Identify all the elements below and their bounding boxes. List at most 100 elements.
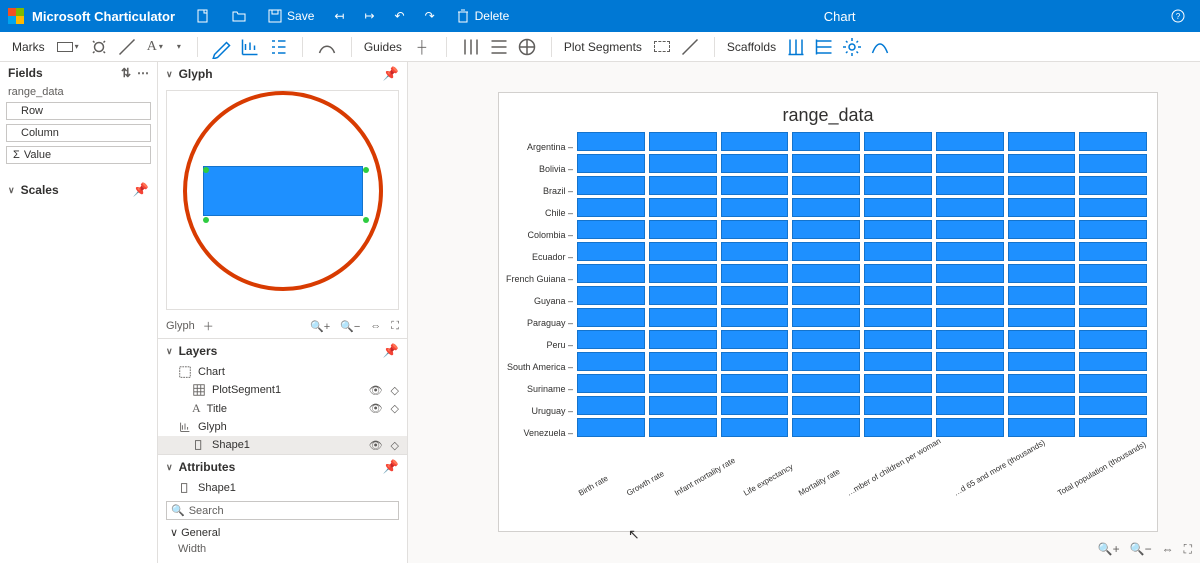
glyph-canvas[interactable] — [166, 90, 399, 310]
cell[interactable] — [1079, 352, 1147, 371]
cell[interactable] — [936, 176, 1004, 195]
cell[interactable] — [864, 176, 932, 195]
cell[interactable] — [721, 132, 789, 151]
cell[interactable] — [792, 286, 860, 305]
save-button[interactable]: Save — [261, 4, 320, 28]
cell[interactable] — [577, 374, 645, 393]
cell[interactable] — [864, 374, 932, 393]
plot-segment-region[interactable] — [650, 35, 674, 59]
cell[interactable] — [577, 154, 645, 173]
cell[interactable] — [1008, 264, 1076, 283]
cell[interactable] — [1008, 132, 1076, 151]
delete-button[interactable]: Delete — [449, 4, 516, 28]
cell[interactable] — [792, 352, 860, 371]
cell[interactable] — [1008, 176, 1076, 195]
cell[interactable] — [649, 132, 717, 151]
visibility-icon[interactable]: 👁 — [369, 402, 383, 415]
pin-icon[interactable]: 📌 — [383, 343, 399, 359]
cell[interactable] — [649, 374, 717, 393]
resize-handle[interactable] — [363, 217, 369, 223]
cell[interactable] — [864, 308, 932, 327]
cell[interactable] — [864, 286, 932, 305]
cell[interactable] — [721, 352, 789, 371]
cell[interactable] — [649, 176, 717, 195]
cell[interactable] — [577, 198, 645, 217]
scaffold-horizontal[interactable] — [812, 35, 836, 59]
cell[interactable] — [721, 264, 789, 283]
cell[interactable] — [864, 132, 932, 151]
cell[interactable] — [864, 330, 932, 349]
cell[interactable] — [936, 374, 1004, 393]
cell[interactable] — [792, 396, 860, 415]
layer-item[interactable]: ATitle👁◇ — [158, 399, 407, 418]
cell[interactable] — [577, 242, 645, 261]
guide-grid-v[interactable] — [459, 35, 483, 59]
cell[interactable] — [936, 132, 1004, 151]
fields-more-icon[interactable]: ⋯ — [137, 66, 149, 80]
mark-text[interactable]: A▾ — [143, 35, 167, 59]
cell[interactable] — [792, 242, 860, 261]
cell[interactable] — [577, 176, 645, 195]
cell[interactable] — [1008, 220, 1076, 239]
cell[interactable] — [577, 330, 645, 349]
cell[interactable] — [577, 352, 645, 371]
scaffold-curve[interactable] — [868, 35, 892, 59]
add-glyph-button[interactable]: ＋ — [203, 318, 214, 334]
cell[interactable] — [649, 242, 717, 261]
cell[interactable] — [936, 396, 1004, 415]
zoom-out-icon[interactable]: 🔍− — [340, 320, 360, 333]
cell[interactable] — [649, 330, 717, 349]
cell[interactable] — [721, 242, 789, 261]
undo-button[interactable]: ↤ — [328, 5, 350, 27]
resize-handle[interactable] — [203, 167, 209, 173]
cell[interactable] — [936, 242, 1004, 261]
resize-handle[interactable] — [363, 167, 369, 173]
cell[interactable] — [792, 308, 860, 327]
chart-grid[interactable] — [577, 132, 1147, 484]
cell[interactable] — [721, 198, 789, 217]
tool-legend[interactable] — [266, 35, 290, 59]
cell[interactable] — [721, 308, 789, 327]
cell[interactable] — [936, 308, 1004, 327]
mark-image[interactable]: ▾ — [171, 35, 185, 59]
cell[interactable] — [936, 154, 1004, 173]
cell[interactable] — [649, 352, 717, 371]
cell[interactable] — [936, 352, 1004, 371]
cell[interactable] — [577, 132, 645, 151]
cell[interactable] — [792, 374, 860, 393]
cell[interactable] — [721, 220, 789, 239]
cell[interactable] — [864, 396, 932, 415]
scaffold-vertical[interactable] — [784, 35, 808, 59]
mark-symbol[interactable] — [87, 35, 111, 59]
field-row[interactable]: ΣValue — [6, 146, 151, 164]
cell[interactable] — [1008, 198, 1076, 217]
fit-icon[interactable]: ⛶ — [391, 320, 399, 333]
layer-item[interactable]: Chart — [158, 363, 407, 381]
cell[interactable] — [721, 418, 789, 437]
cell[interactable] — [792, 132, 860, 151]
cell[interactable] — [649, 418, 717, 437]
cell[interactable] — [864, 154, 932, 173]
cell[interactable] — [792, 220, 860, 239]
back-button[interactable]: ↶ — [389, 5, 411, 27]
cell[interactable] — [864, 352, 932, 371]
cell[interactable] — [1008, 352, 1076, 371]
guide-grid-h[interactable] — [487, 35, 511, 59]
cell[interactable] — [577, 220, 645, 239]
mark-rectangle[interactable]: ▾ — [53, 35, 83, 59]
cell[interactable] — [1008, 154, 1076, 173]
fields-switch-icon[interactable]: ⇅ — [121, 66, 131, 80]
guide-xy[interactable]: ┼ — [410, 35, 434, 59]
cell[interactable] — [1079, 242, 1147, 261]
cell[interactable] — [1079, 220, 1147, 239]
cell[interactable] — [936, 198, 1004, 217]
cell[interactable] — [792, 176, 860, 195]
cell[interactable] — [936, 264, 1004, 283]
cell[interactable] — [792, 264, 860, 283]
cell[interactable] — [577, 264, 645, 283]
cell[interactable] — [649, 220, 717, 239]
attributes-search[interactable]: 🔍 Search — [166, 501, 399, 520]
cell[interactable] — [649, 264, 717, 283]
fit-icon[interactable]: ⛶ — [1184, 542, 1192, 557]
cell[interactable] — [792, 154, 860, 173]
